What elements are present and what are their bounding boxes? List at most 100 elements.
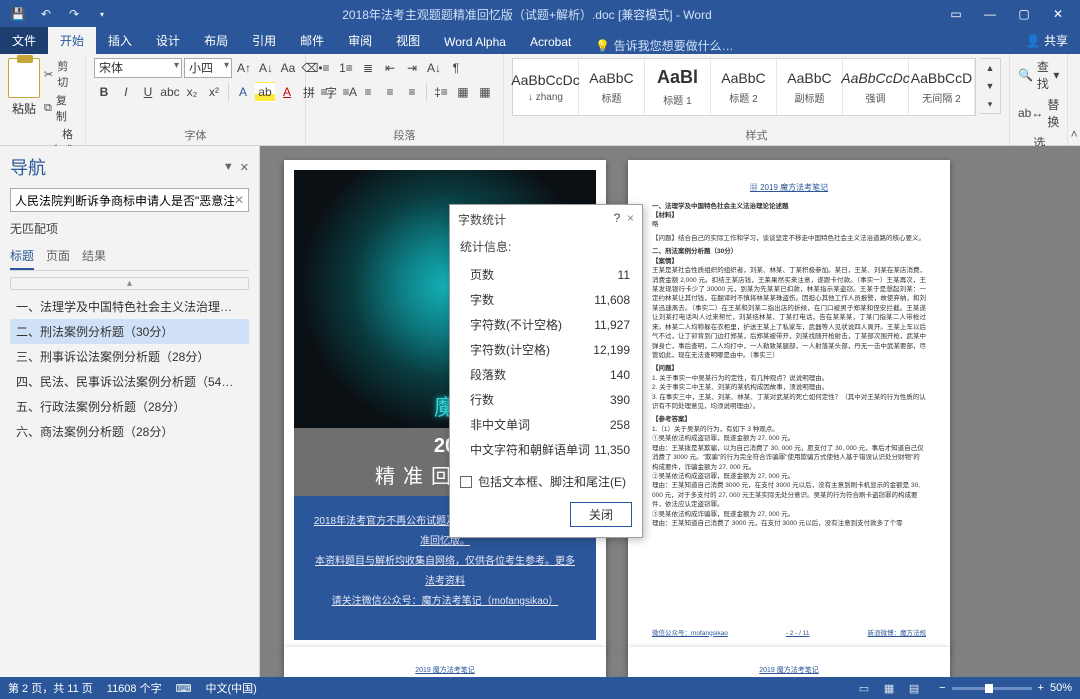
tab-acrobat[interactable]: Acrobat [518,30,583,54]
status-page[interactable]: 第 2 页，共 11 页 [8,680,93,696]
redo-icon[interactable]: ↷ [64,4,84,24]
group-font: 宋体 小四 A↑ A↓ Aa ⌫ B I U abc x₂ x² A ab A … [86,54,306,145]
zoom-level[interactable]: 50% [1050,682,1072,694]
save-icon[interactable]: 💾 [8,4,28,24]
dialog-close-icon[interactable]: × [627,211,634,225]
font-size-combo[interactable]: 小四 [184,58,232,78]
decrease-indent-button[interactable]: ⇤ [380,58,400,78]
tab-layout[interactable]: 布局 [192,27,240,54]
tab-file[interactable]: 文件 [0,27,48,54]
include-footnotes-checkbox[interactable]: 包括文本框、脚注和尾注(E) [460,473,632,490]
shrink-font-button[interactable]: A↓ [256,58,276,78]
shading-button[interactable]: ▦ [453,82,473,102]
superscript-button[interactable]: x² [204,82,224,102]
font-name-combo[interactable]: 宋体 [94,58,182,78]
distribute-button[interactable]: ≡ [402,82,422,102]
read-mode-icon[interactable]: ▭ [853,682,875,695]
align-right-button[interactable]: ≡ [358,82,378,102]
nav-search-close-icon[interactable]: ✕ [234,193,244,207]
align-left-button[interactable]: ≡ [314,82,334,102]
nav-heading-item[interactable]: 二、刑法案例分析题（30分） [10,319,249,344]
zoom-slider[interactable] [952,687,1032,690]
style-item[interactable]: AaBbCcD无间隔 2 [909,59,975,115]
nav-tab-pages[interactable]: 页面 [46,243,70,270]
tell-me-search[interactable]: 💡 告诉我您想要做什么… [583,37,1013,54]
font-color-button[interactable]: A [277,82,297,102]
style-item[interactable]: AaBbC标题 [579,59,645,115]
tab-home[interactable]: 开始 [48,27,96,54]
cut-button[interactable]: ✂ 剪切 [44,58,77,90]
increase-indent-button[interactable]: ⇥ [402,58,422,78]
zoom-in-icon[interactable]: + [1038,682,1044,694]
nav-search-input[interactable] [15,193,234,207]
numbering-button[interactable]: 1≡ [336,58,356,78]
grow-font-button[interactable]: A↑ [234,58,254,78]
undo-icon[interactable]: ↶ [36,4,56,24]
change-case-button[interactable]: Aa [278,58,298,78]
status-word-count[interactable]: 11608 个字 [107,680,162,696]
nav-dropdown-icon[interactable]: ▼ [223,161,234,174]
print-layout-icon[interactable]: ▦ [878,682,900,695]
ribbon-options-icon[interactable]: ▭ [942,7,970,21]
replace-button[interactable]: ab↔ 替换 [1018,96,1059,130]
status-language[interactable]: 中文(中国) [205,680,256,696]
nav-search-box[interactable]: ✕ [10,188,249,212]
dialog-close-button[interactable]: 关闭 [570,502,632,527]
find-button[interactable]: 🔍 查找 ▾ [1018,58,1059,92]
tab-references[interactable]: 引用 [240,27,288,54]
align-center-button[interactable]: ≡ [336,82,356,102]
multilevel-button[interactable]: ≣ [358,58,378,78]
styles-scroll-down-icon[interactable]: ▼ [980,77,1000,95]
justify-button[interactable]: ≡ [380,82,400,102]
stat-row: 段落数140 [462,363,630,386]
web-layout-icon[interactable]: ▤ [903,682,925,695]
styles-scroll-up-icon[interactable]: ▲ [980,59,1000,77]
bullets-button[interactable]: •≡ [314,58,334,78]
nav-tab-headings[interactable]: 标题 [10,243,34,270]
borders-button[interactable]: ▦ [475,82,495,102]
style-item[interactable]: AaBbCcDc↓ zhang [513,59,579,115]
styles-gallery[interactable]: AaBbCcDc↓ zhangAaBbC标题AaBl标题 1AaBbC标题 2A… [512,58,976,116]
copy-button[interactable]: ⧉ 复制 [44,92,77,124]
style-item[interactable]: AaBbCcDc强调 [843,59,909,115]
tab-design[interactable]: 设计 [144,27,192,54]
tab-mailings[interactable]: 邮件 [288,27,336,54]
style-item[interactable]: AaBbC标题 2 [711,59,777,115]
styles-expand-icon[interactable]: ▾ [980,95,1000,113]
highlight-button[interactable]: ab [255,82,275,102]
style-item[interactable]: AaBbC副标题 [777,59,843,115]
line-spacing-button[interactable]: ‡≡ [431,82,451,102]
tab-view[interactable]: 视图 [384,27,432,54]
show-marks-button[interactable]: ¶ [446,58,466,78]
nav-tab-results[interactable]: 结果 [82,243,106,270]
share-button[interactable]: 👤 共享 [1014,27,1080,54]
strike-button[interactable]: abc [160,82,180,102]
nav-heading-item[interactable]: 三、刑事诉讼法案例分析题（28分） [10,344,249,369]
zoom-out-icon[interactable]: − [939,682,945,694]
style-item[interactable]: AaBl标题 1 [645,59,711,115]
minimize-icon[interactable]: — [976,7,1004,21]
collapse-ribbon-icon[interactable]: ˄ [1068,54,1080,145]
sort-button[interactable]: A↓ [424,58,444,78]
nav-heading-item[interactable]: 六、商法案例分析题（28分） [10,419,249,444]
tab-review[interactable]: 审阅 [336,27,384,54]
underline-button[interactable]: U [138,82,158,102]
bold-button[interactable]: B [94,82,114,102]
maximize-icon[interactable]: ▢ [1010,7,1038,21]
dialog-help-icon[interactable]: ? [614,211,621,225]
qat-more-icon[interactable]: ▾ [92,4,112,24]
nav-heading-item[interactable]: 四、民法、民事诉讼法案例分析题（54分） [10,369,249,394]
subscript-button[interactable]: x₂ [182,82,202,102]
nav-collapse-toggle[interactable]: ▴ [10,277,249,290]
paste-button[interactable]: 粘贴 [8,58,40,117]
tab-insert[interactable]: 插入 [96,27,144,54]
close-icon[interactable]: ✕ [1044,7,1072,21]
tab-alpha[interactable]: Word Alpha [432,30,518,54]
text-effects-button[interactable]: A [233,82,253,102]
italic-button[interactable]: I [116,82,136,102]
nav-close-icon[interactable]: ✕ [240,161,249,174]
nav-heading-item[interactable]: 五、行政法案例分析题（28分） [10,394,249,419]
document-area[interactable]: 魔 20 精准回忆版 2018年法考官方不再公布试题及答案，因此此版本为考生精准… [260,146,1080,677]
status-proofing-icon[interactable]: ⌨ [176,682,192,695]
nav-heading-item[interactable]: 一、法理学及中国特色社会主义法治理论论述题 [10,294,249,319]
